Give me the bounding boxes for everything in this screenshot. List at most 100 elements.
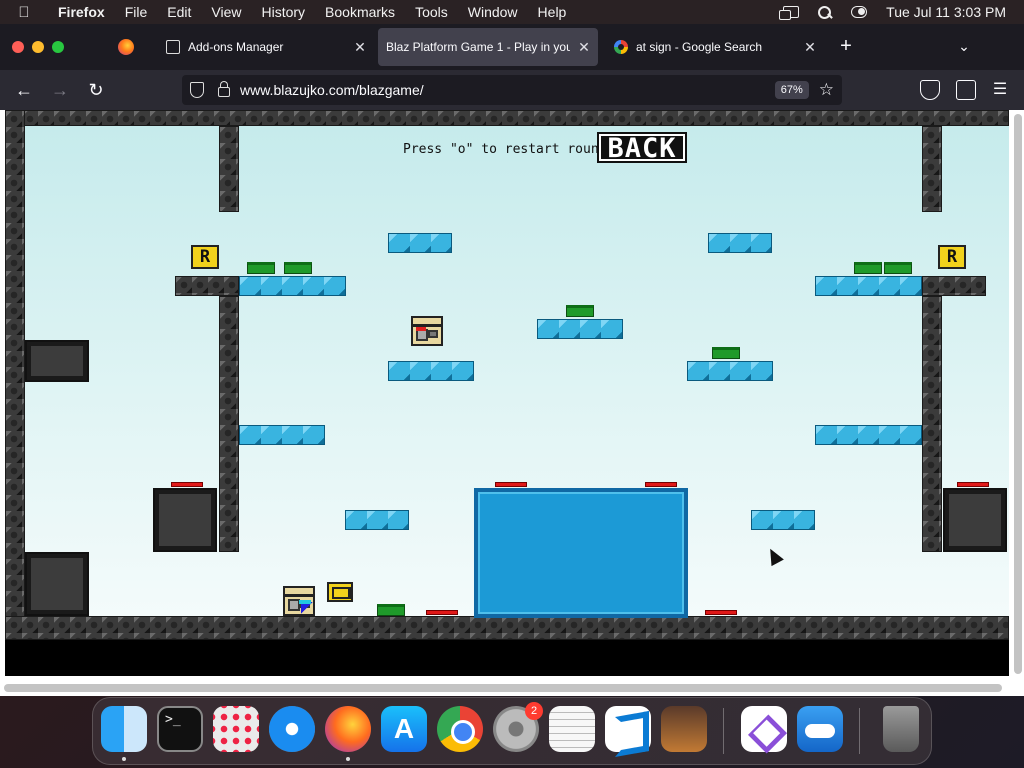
restart-hint: Press "o" to restart round	[403, 142, 607, 157]
zoom-level-button[interactable]: 67%	[774, 81, 809, 99]
finder-icon[interactable]	[101, 706, 147, 752]
ice-platform	[239, 276, 346, 296]
terminal-icon[interactable]: >_	[157, 706, 203, 752]
central-ice-block	[474, 488, 688, 618]
reload-button[interactable]: ↻	[84, 78, 108, 102]
stone-ledge	[922, 276, 986, 296]
bookmark-star-icon[interactable]: ☆	[819, 80, 834, 100]
menu-bookmarks[interactable]: Bookmarks	[315, 0, 405, 24]
garageband-icon[interactable]	[661, 706, 707, 752]
page-content: R R Press "o" to restart round BACK	[0, 110, 1024, 696]
stone-ledge	[175, 276, 239, 296]
chrome-icon[interactable]	[437, 706, 483, 752]
ice-platform	[815, 276, 922, 296]
menu-file[interactable]: File	[115, 0, 158, 24]
menu-bar:  Firefox File Edit View History Bookmar…	[0, 0, 1024, 24]
ice-platform	[708, 233, 772, 253]
screen-mirroring-icon[interactable]	[779, 6, 800, 20]
weather-icon[interactable]	[797, 706, 843, 752]
ice-platform	[239, 425, 325, 445]
navigation-toolbar: ← → ↻ www.blazujko.com/blazgame/ 67% ☆ ☰	[0, 70, 1024, 110]
extensions-icon[interactable]	[956, 80, 976, 100]
green-goal-pad	[377, 604, 405, 616]
menu-history[interactable]: History	[251, 0, 315, 24]
url-bar[interactable]: www.blazujko.com/blazgame/ 67% ☆	[182, 75, 842, 105]
dark-block	[153, 488, 217, 552]
vscode-icon[interactable]	[605, 706, 651, 752]
spotlight-search-icon[interactable]	[817, 6, 833, 19]
stone-wall	[5, 110, 25, 640]
menu-help[interactable]: Help	[528, 0, 577, 24]
window-minimize-button[interactable]	[32, 41, 44, 53]
red-hazard	[705, 610, 737, 615]
stone-floor	[5, 616, 1009, 640]
menu-tools[interactable]: Tools	[405, 0, 458, 24]
tab-blaz-platform-game[interactable]: Blaz Platform Game 1 - Play in your brow…	[378, 28, 598, 66]
tab-addons-manager[interactable]: Add-ons Manager ✕	[154, 28, 374, 66]
app-menu-icon[interactable]: ☰	[990, 80, 1010, 100]
red-hazard	[645, 482, 677, 487]
forward-button[interactable]: →	[48, 78, 72, 102]
firefox-window: Add-ons Manager ✕ Blaz Platform Game 1 -…	[0, 24, 1024, 696]
trash-icon[interactable]	[883, 706, 919, 752]
dark-block	[25, 340, 89, 382]
player-red-robot	[411, 316, 443, 346]
app-menu[interactable]: Firefox	[48, 0, 115, 24]
notification-badge: 2	[525, 702, 543, 720]
menu-view[interactable]: View	[201, 0, 251, 24]
window-close-button[interactable]	[12, 41, 24, 53]
app-store-icon[interactable]: A	[381, 706, 427, 752]
menubar-clock[interactable]: Tue Jul 11 3:03 PM	[886, 4, 1006, 20]
vertical-scrollbar[interactable]	[1014, 114, 1022, 674]
tab-close-button[interactable]: ✕	[346, 39, 374, 56]
dock-separator	[723, 708, 724, 754]
ice-platform	[388, 233, 452, 253]
firefox-view-icon[interactable]	[118, 39, 134, 55]
window-zoom-button[interactable]	[52, 41, 64, 53]
dock: >_ A 2	[92, 697, 932, 765]
dock-separator	[859, 708, 860, 754]
red-hazard	[957, 482, 989, 487]
textedit-icon[interactable]	[549, 706, 595, 752]
dark-block	[25, 552, 89, 616]
control-center-icon[interactable]	[851, 6, 868, 18]
tab-close-button[interactable]: ✕	[570, 39, 598, 56]
green-goal-pad	[566, 305, 594, 317]
ice-platform	[751, 510, 815, 530]
ice-platform	[345, 510, 409, 530]
tab-google-search[interactable]: at sign - Google Search ✕	[602, 28, 824, 66]
lock-icon[interactable]	[218, 81, 230, 97]
ice-platform	[537, 319, 623, 339]
apple-menu-icon[interactable]: 	[0, 4, 48, 21]
list-all-tabs-button[interactable]: ⌄	[956, 38, 972, 54]
r-powerup-box: R	[191, 245, 219, 269]
back-button-game[interactable]: BACK	[597, 132, 687, 163]
menu-window[interactable]: Window	[458, 0, 528, 24]
green-goal-pad	[247, 262, 275, 274]
menu-edit[interactable]: Edit	[157, 0, 201, 24]
back-button[interactable]: ←	[12, 78, 36, 102]
running-indicator	[122, 757, 126, 761]
url-text[interactable]: www.blazujko.com/blazgame/	[240, 82, 775, 98]
stone-pillar	[922, 296, 942, 552]
tracking-protection-icon[interactable]	[190, 82, 204, 98]
safari-icon[interactable]	[269, 706, 315, 752]
firefox-icon[interactable]	[325, 706, 371, 752]
game-canvas[interactable]: R R Press "o" to restart round BACK	[5, 110, 1009, 676]
tab-title: at sign - Google Search	[636, 40, 763, 54]
green-goal-pad	[884, 262, 912, 274]
red-hazard	[171, 482, 203, 487]
tab-title: Add-ons Manager	[188, 40, 284, 54]
puzzle-icon	[166, 40, 180, 54]
horizontal-scrollbar[interactable]	[4, 684, 1002, 692]
green-goal-pad	[712, 347, 740, 359]
pocket-icon[interactable]	[920, 80, 940, 100]
green-goal-pad	[854, 262, 882, 274]
ice-platform	[815, 425, 922, 445]
tab-close-button[interactable]: ✕	[796, 39, 824, 56]
ice-platform	[388, 361, 474, 381]
launchpad-icon[interactable]	[213, 706, 259, 752]
r-powerup-box: R	[938, 245, 966, 269]
new-tab-button[interactable]: +	[836, 36, 856, 56]
visual-studio-icon[interactable]	[741, 706, 787, 752]
